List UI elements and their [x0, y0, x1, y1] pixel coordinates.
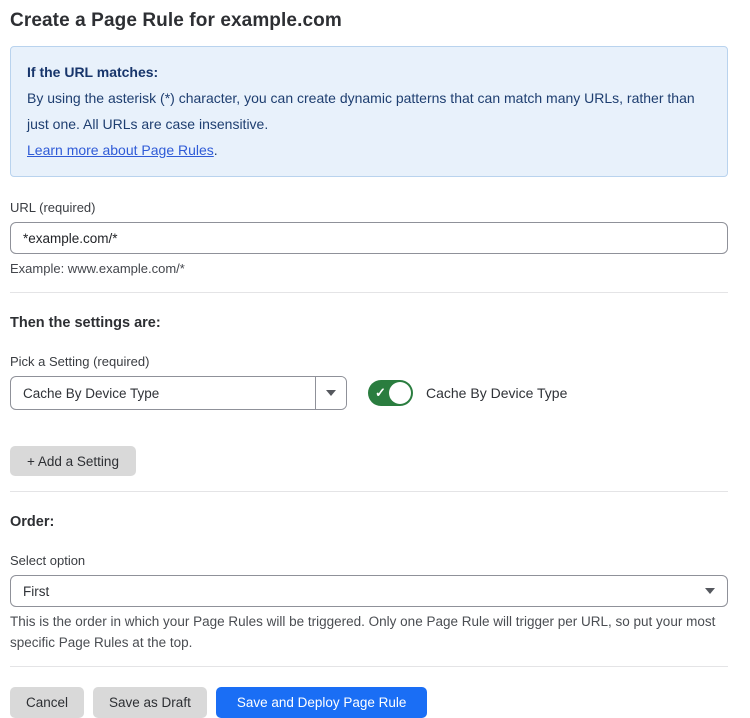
setting-row: Cache By Device Type ✓ Cache By Device T…: [10, 376, 728, 410]
url-field-label: URL (required): [10, 200, 728, 215]
url-matches-info-box: If the URL matches: By using the asteris…: [10, 46, 728, 177]
order-select-arrow-wrap: [705, 588, 727, 594]
pick-setting-label: Pick a Setting (required): [10, 354, 728, 369]
page-title: Create a Page Rule for example.com: [10, 10, 728, 32]
settings-section-heading: Then the settings are:: [10, 315, 728, 331]
divider: [10, 292, 728, 293]
add-setting-button[interactable]: + Add a Setting: [10, 446, 136, 476]
cancel-button[interactable]: Cancel: [10, 687, 84, 718]
setting-select-arrow-cell[interactable]: [315, 377, 346, 409]
info-box-body: By using the asterisk (*) character, you…: [27, 85, 711, 137]
setting-toggle-label: Cache By Device Type: [426, 385, 567, 401]
order-select-value: First: [11, 584, 705, 599]
divider: [10, 491, 728, 492]
url-input[interactable]: [10, 222, 728, 254]
order-section-heading: Order:: [10, 514, 728, 530]
order-select-label: Select option: [10, 553, 728, 568]
setting-select[interactable]: Cache By Device Type: [10, 376, 347, 410]
info-box-heading: If the URL matches:: [27, 59, 711, 85]
setting-select-value: Cache By Device Type: [11, 386, 315, 401]
order-help-text: This is the order in which your Page Rul…: [10, 612, 728, 654]
divider: [10, 666, 728, 667]
toggle-knob: [389, 382, 411, 404]
caret-down-icon: [326, 390, 336, 396]
caret-down-icon: [705, 588, 715, 594]
order-select[interactable]: First: [10, 575, 728, 607]
page-rule-form: Create a Page Rule for example.com If th…: [0, 0, 750, 718]
save-as-draft-button[interactable]: Save as Draft: [93, 687, 207, 718]
link-suffix: .: [214, 142, 218, 158]
url-example-text: Example: www.example.com/*: [10, 261, 728, 276]
info-box-link-line: Learn more about Page Rules.: [27, 137, 711, 163]
learn-more-link[interactable]: Learn more about Page Rules: [27, 142, 214, 158]
footer-actions: Cancel Save as Draft Save and Deploy Pag…: [10, 687, 728, 718]
setting-toggle[interactable]: ✓: [368, 380, 413, 406]
save-and-deploy-button[interactable]: Save and Deploy Page Rule: [216, 687, 428, 718]
check-icon: ✓: [375, 386, 386, 399]
